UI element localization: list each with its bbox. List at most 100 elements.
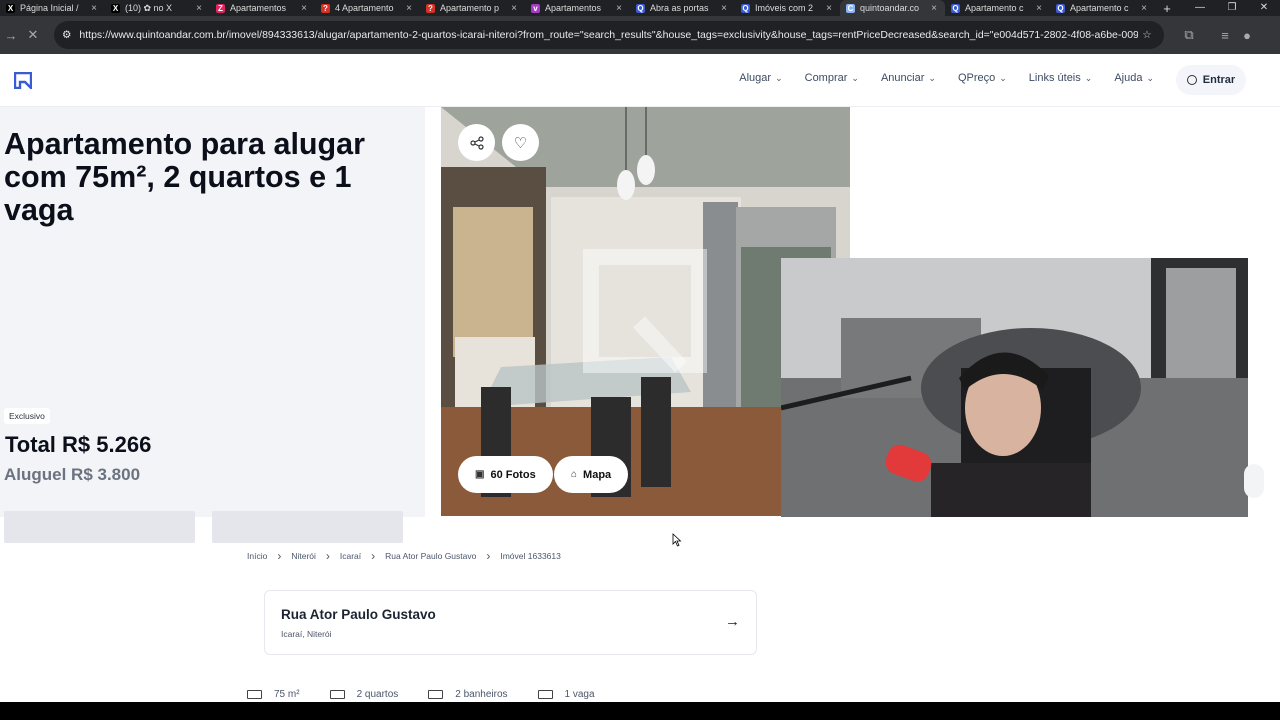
stop-loading-icon[interactable]: ✕ xyxy=(22,24,44,46)
quintoandar-icon: Q xyxy=(1056,3,1065,13)
chevron-right-icon: › xyxy=(325,549,330,563)
restore-icon[interactable]: ❐ xyxy=(1216,0,1248,16)
nav-item-label: Alugar xyxy=(739,72,772,84)
browser-tab[interactable]: X (10) ✿ no X × xyxy=(105,0,210,16)
pin-icon: ? xyxy=(321,3,330,13)
nav-item-ajuda[interactable]: Ajuda ⌄ xyxy=(1114,72,1154,84)
login-button[interactable]: Entrar xyxy=(1176,65,1246,95)
site-settings-icon[interactable]: ⚙ xyxy=(62,29,71,41)
nav-item-comprar[interactable]: Comprar ⌄ xyxy=(805,72,859,84)
close-tab-icon[interactable]: × xyxy=(824,3,834,14)
browser-tab[interactable]: X Página Inicial / × xyxy=(0,0,105,16)
main-nav: Alugar ⌄ Comprar ⌄ Anunciar ⌄ QPreço ⌄ Links úte… xyxy=(717,72,1154,84)
quintoandar-icon: Q xyxy=(636,3,645,13)
vivareal-icon: v xyxy=(531,3,540,13)
breadcrumb-item[interactable]: Icaraí xyxy=(340,551,361,561)
nav-item-label: QPreço xyxy=(957,72,996,84)
nav-item-label: Ajuda xyxy=(1114,72,1143,84)
chevron-down-icon: ⌄ xyxy=(999,72,1007,83)
close-tab-icon[interactable]: × xyxy=(614,3,624,14)
arrow-right-icon: → xyxy=(725,613,740,630)
nav-item-qpre-o[interactable]: QPreço ⌄ xyxy=(958,72,1007,84)
exclusive-badge: Exclusivo xyxy=(4,408,50,424)
share-button[interactable] xyxy=(458,124,495,161)
close-tab-icon[interactable]: × xyxy=(299,3,309,14)
nav-item-anunciar[interactable]: Anunciar ⌄ xyxy=(881,72,936,84)
bookmark-star-icon[interactable]: ☆ xyxy=(1138,29,1156,41)
feature-item: 1 vaga xyxy=(537,689,595,700)
browser-tab[interactable]: Z Apartamentos × xyxy=(210,0,315,16)
forward-icon[interactable]: → xyxy=(0,24,22,46)
area-icon xyxy=(247,690,262,699)
bed-icon xyxy=(329,690,345,699)
feature-label: 75 m² xyxy=(274,689,300,700)
tab-title: 4 Apartamento xyxy=(335,3,394,13)
tab-title: (10) ✿ no X xyxy=(125,2,173,13)
tab-title: Apartamento c xyxy=(1070,3,1129,13)
breadcrumb: Início › Niterói › Icaraí › Rua Ator Paulo Gus… xyxy=(247,549,561,563)
browser-tab[interactable]: ? Apartamento p × xyxy=(420,0,525,16)
extensions-icon[interactable]: ⧉ xyxy=(1178,24,1200,46)
loading-placeholder-button xyxy=(4,511,195,543)
browser-tab[interactable]: Q Abra as portas × xyxy=(630,0,735,16)
new-tab-button[interactable]: + xyxy=(1155,0,1179,16)
breadcrumb-item[interactable]: Niterói xyxy=(291,551,316,561)
feature-item: 75 m² xyxy=(247,689,300,700)
quintoandar-icon: Q xyxy=(741,3,750,13)
breadcrumb-item[interactable]: Rua Ator Paulo Gustavo xyxy=(385,551,476,561)
map-button[interactable]: ⌂ Mapa xyxy=(554,456,629,493)
quintoandar-logo-icon[interactable] xyxy=(14,72,32,89)
gallery-icon: ▣ xyxy=(475,469,485,480)
zap-icon: Z xyxy=(216,3,225,13)
close-tab-icon[interactable]: × xyxy=(404,3,414,14)
quintoandar-icon: Q xyxy=(951,3,960,13)
carousel-next-button[interactable] xyxy=(1244,464,1264,498)
browser-tab[interactable]: Q Imóveis com 2 × xyxy=(735,0,840,16)
url-text[interactable]: https://www.quintoandar.com.br/imovel/89… xyxy=(79,29,1138,41)
close-tab-icon[interactable]: × xyxy=(509,3,519,14)
minimize-icon[interactable]: — xyxy=(1184,0,1216,16)
chevron-down-icon: ⌄ xyxy=(1084,72,1093,83)
browser-tab[interactable]: Q Apartamento c × xyxy=(1050,0,1155,16)
media-icon[interactable]: ≡ xyxy=(1214,24,1236,46)
nav-item-label: Comprar xyxy=(804,72,848,84)
address-bar[interactable]: ⚙ https://www.quintoandar.com.br/imovel/… xyxy=(54,21,1164,49)
profile-icon[interactable]: ● xyxy=(1236,24,1258,46)
tab-title: Apartamentos xyxy=(545,3,602,13)
chevron-right-icon: › xyxy=(486,549,491,563)
feature-label: 2 quartos xyxy=(356,689,399,700)
total-price: Total R$ 5.266 xyxy=(5,432,152,457)
map-label: Mapa xyxy=(583,468,612,481)
photos-label: 60 Fotos xyxy=(490,468,536,481)
close-tab-icon[interactable]: × xyxy=(929,3,939,14)
browser-tab[interactable]: ? 4 Apartamento × xyxy=(315,0,420,16)
tab-title: Apartamentos xyxy=(230,3,287,13)
chevron-down-icon: ⌄ xyxy=(1146,72,1154,83)
nav-item-links-teis[interactable]: Links úteis ⌄ xyxy=(1029,72,1093,84)
close-tab-icon[interactable]: × xyxy=(1139,3,1149,14)
tab-title: Apartamento c xyxy=(965,3,1024,13)
favorite-button[interactable]: ♡ xyxy=(502,124,539,161)
feature-label: 1 vaga xyxy=(564,689,595,700)
close-window-icon[interactable]: ✕ xyxy=(1248,0,1280,16)
browser-tab[interactable]: Q Apartamento c × xyxy=(945,0,1050,16)
breadcrumb-item[interactable]: Início xyxy=(247,551,267,561)
browser-tab[interactable]: Cquintoandar.co × xyxy=(840,0,945,16)
car-icon xyxy=(537,690,553,699)
photos-button[interactable]: ▣ 60 Fotos xyxy=(458,456,553,493)
address-street: Rua Ator Paulo Gustavo xyxy=(281,607,436,622)
tab-title: Imóveis com 2 xyxy=(755,3,814,13)
tab-title: quintoandar.co xyxy=(860,3,920,13)
address-card[interactable]: Rua Ator Paulo Gustavo Icaraí, Niterói → xyxy=(264,590,757,655)
nav-item-alugar[interactable]: Alugar ⌄ xyxy=(739,72,782,84)
close-tab-icon[interactable]: × xyxy=(194,3,204,14)
nav-item-label: Anunciar xyxy=(880,72,925,84)
chevron-down-icon: ⌄ xyxy=(928,72,936,83)
bath-icon xyxy=(428,690,444,699)
close-tab-icon[interactable]: × xyxy=(89,3,99,14)
close-tab-icon[interactable]: × xyxy=(719,3,729,14)
close-tab-icon[interactable]: × xyxy=(1034,3,1044,14)
tab-title: Página Inicial / xyxy=(20,3,79,13)
share-icon xyxy=(469,135,484,150)
browser-tab[interactable]: v Apartamentos × xyxy=(525,0,630,16)
